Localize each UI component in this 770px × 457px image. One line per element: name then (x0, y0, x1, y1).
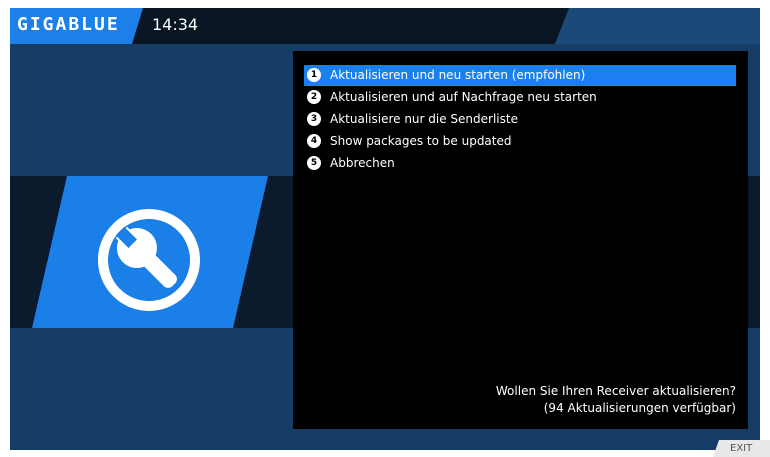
number-3-icon: 3 (307, 112, 321, 126)
menu-item-show-packages[interactable]: 4 Show packages to be updated (304, 131, 736, 152)
number-2-icon: 2 (307, 90, 321, 104)
clock: 14:34 (152, 15, 199, 34)
update-menu: 1 Aktualisieren und neu starten (empfohl… (293, 51, 748, 429)
update-question: Wollen Sie Ihren Receiver aktualisieren?… (496, 383, 736, 417)
menu-item-label: Aktualisieren und neu starten (empfohlen… (330, 68, 586, 82)
exit-button-label: EXIT (730, 443, 753, 454)
wrench-icon (94, 205, 204, 315)
question-line: Wollen Sie Ihren Receiver aktualisieren? (495, 384, 736, 398)
menu-item-update-restart[interactable]: 1 Aktualisieren und neu starten (empfohl… (304, 65, 736, 86)
exit-button[interactable]: EXIT (713, 440, 770, 457)
menu-item-label: Abbrechen (330, 156, 395, 170)
top-bar-accent (555, 8, 760, 44)
number-1-icon: 1 (307, 68, 321, 82)
menu-item-label: Aktualisieren und auf Nachfrage neu star… (330, 90, 597, 104)
brand-logo: GIGABLUE (10, 8, 143, 44)
updates-available-count: (94 Aktualisierungen verfügbar) (543, 401, 736, 415)
top-bar: GIGABLUE 14:34 (10, 8, 760, 44)
number-5-icon: 5 (307, 156, 321, 170)
brand-logo-text: GIGABLUE (17, 14, 120, 35)
menu-item-label: Show packages to be updated (330, 134, 512, 148)
menu-item-label: Aktualisiere nur die Senderliste (330, 112, 518, 126)
number-4-icon: 4 (307, 134, 321, 148)
menu-item-cancel[interactable]: 5 Abbrechen (304, 153, 736, 174)
menu-item-update-channel-list[interactable]: 3 Aktualisiere nur die Senderliste (304, 109, 736, 130)
tv-screen: GIGABLUE 14:34 1 Aktualisieren und neu s… (10, 8, 760, 450)
menu-item-update-ask-restart[interactable]: 2 Aktualisieren und auf Nachfrage neu st… (304, 87, 736, 108)
